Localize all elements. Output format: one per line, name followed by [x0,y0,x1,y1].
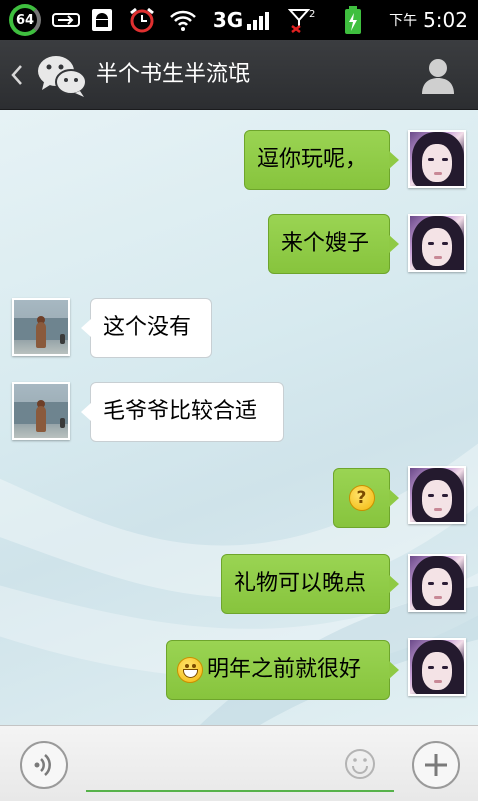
message-bubble-sent[interactable]: 礼物可以晚点 [221,554,399,614]
no-signal-icon: 2 [286,0,320,40]
clock: 下午 5:02 [382,0,474,40]
message-bubble-sent[interactable]: 明年之前就很好 [166,640,399,700]
message-list[interactable]: 逗你玩呢， 来个嫂子 这个没有 毛爷爷比较合适 ? 礼物可以晚点 明年之前就很好 [0,110,478,725]
signal-icon [247,12,270,30]
voice-button[interactable] [20,741,68,789]
chat-title: 半个书生半流氓 [96,62,251,87]
message-text: 毛爷爷比较合适 [103,399,258,424]
input-bar [0,725,478,801]
message-bubble-sent[interactable]: ? [333,468,399,528]
battery-ring-icon: 64 [6,0,44,40]
wechat-icon[interactable] [36,54,88,98]
chat-header: 半个书生半流氓 [0,40,478,110]
message-text: 来个嫂子 [281,231,370,256]
network-label: 3G [212,8,244,32]
profile-button[interactable] [418,57,458,95]
back-button[interactable] [10,60,28,90]
message-text: 礼物可以晚点 [234,571,367,596]
chevron-left-icon [11,65,22,85]
network-indicator: 3G [210,0,276,40]
avatar-self[interactable] [408,466,466,524]
message-text: 逗你玩呢， [257,147,368,172]
battery-level: 64 [9,4,41,36]
emoji-button[interactable] [344,748,376,780]
grin-emoji-icon [177,657,203,683]
confused-emoji-icon: ? [348,485,375,511]
message-text: 明年之前就很好 [207,657,362,682]
more-button[interactable] [412,741,460,789]
status-bar: 64 3G 2 下午 5:02 [0,0,478,40]
message-bubble-sent[interactable]: 来个嫂子 [268,214,399,274]
usb-icon [50,0,84,40]
message-bubble-received[interactable]: 毛爷爷比较合适 [81,382,284,442]
voice-icon [34,754,51,776]
smiley-icon [345,749,375,779]
person-icon [422,59,454,94]
wifi-icon [168,0,198,40]
android-debug-icon [88,0,116,40]
plus-icon [425,754,447,776]
charging-icon [340,0,366,40]
time-period: 下午 [389,13,418,29]
message-text: 这个没有 [103,315,192,340]
message-bubble-received[interactable]: 这个没有 [81,298,212,358]
avatar-self[interactable] [408,638,466,696]
avatar-self[interactable] [408,554,466,612]
time: 5:02 [423,8,468,32]
message-bubble-sent[interactable]: 逗你玩呢， [244,130,399,190]
avatar-contact[interactable] [12,382,70,440]
avatar-contact[interactable] [12,298,70,356]
alarm-icon [126,0,158,40]
avatar-self[interactable] [408,214,466,272]
signal-extra-label: 2 [309,9,315,20]
avatar-self[interactable] [408,130,466,188]
